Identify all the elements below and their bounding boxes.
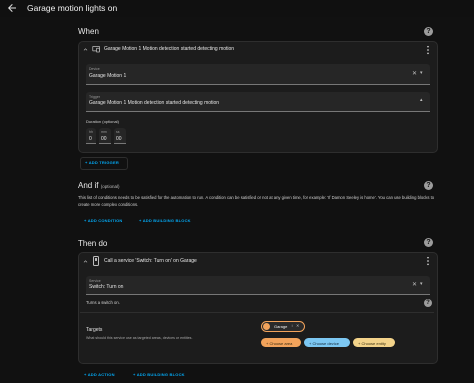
andif-description: This list of conditions needs to be sati… [78, 195, 435, 207]
minutes-label: mm [101, 130, 107, 134]
service-help-icon[interactable]: ? [424, 299, 432, 307]
service-clear-icon[interactable]: ✕ [412, 281, 417, 288]
choose-entity-label: + Choose entity [358, 341, 386, 346]
back-arrow-icon[interactable] [6, 2, 18, 14]
service-description: Turns a switch on. [86, 300, 120, 305]
clear-icon[interactable]: ✕ [412, 70, 417, 77]
device-field[interactable] [86, 64, 430, 85]
trigger-dropdown-icon[interactable]: ▴ [420, 97, 423, 103]
device-field-label: Device [89, 67, 100, 71]
target-chip-label: Garage [274, 324, 288, 329]
action-menu-icon[interactable] [426, 256, 430, 266]
duration-label: Duration (optional) [86, 119, 119, 124]
trigger-title[interactable]: Garage Motion 1 Motion detection started… [104, 46, 234, 52]
when-heading: When [78, 27, 99, 36]
add-action-building-block-button[interactable]: + ADD BUILDING BLOCK [133, 372, 185, 377]
action-card [78, 252, 438, 364]
thendo-help-icon[interactable]: ? [424, 238, 433, 247]
trigger-select-value: Garage Motion 1 Motion detection started… [89, 100, 220, 106]
dropdown-arrow-icon[interactable]: ▾ [420, 70, 423, 76]
area-icon [263, 323, 270, 330]
when-help-icon[interactable]: ? [424, 27, 433, 36]
targets-label: Targets [86, 327, 103, 333]
service-dropdown-icon[interactable]: ▾ [420, 281, 423, 287]
action-collapse-chevron-icon[interactable] [82, 258, 89, 265]
device-trigger-icon [92, 46, 100, 53]
thendo-heading: Then do [78, 239, 108, 248]
choose-area-label: + Choose area [266, 341, 293, 346]
page-title: Garage motion lights on [27, 3, 118, 13]
service-field-value: Switch: Turn on [89, 284, 124, 290]
hours-value: 0 [89, 136, 92, 142]
action-title[interactable]: Call a service 'Switch: Turn on' on Gara… [104, 258, 197, 264]
device-field-value: Garage Motion 1 [89, 73, 127, 79]
seconds-label: ss [116, 130, 120, 134]
add-trigger-label: + ADD TRIGGER [85, 160, 119, 165]
chip-expand-icon[interactable]: ↕ [291, 323, 293, 328]
add-condition-button[interactable]: + ADD CONDITION [84, 218, 123, 223]
seconds-value: 00 [116, 136, 122, 142]
andif-heading-text: And if [78, 181, 99, 190]
hours-label: hh [89, 130, 93, 134]
collapse-chevron-icon[interactable] [82, 46, 89, 53]
minutes-value: 00 [101, 136, 107, 142]
targets-description: What should this service use as targeted… [86, 336, 193, 340]
andif-optional: (optional) [100, 184, 120, 189]
switch-icon [93, 256, 99, 266]
trigger-menu-icon[interactable] [426, 45, 430, 55]
service-field[interactable] [86, 276, 430, 295]
andif-help-icon[interactable]: ? [424, 181, 433, 190]
add-condition-building-block-button[interactable]: + ADD BUILDING BLOCK [139, 218, 191, 223]
andif-heading: And if (optional) [78, 181, 119, 190]
trigger-select-label: Trigger [89, 95, 100, 99]
add-action-button[interactable]: + ADD ACTION [84, 372, 115, 377]
service-field-label: Service [89, 279, 101, 283]
choose-device-label: + Choose device [309, 341, 339, 346]
chip-remove-icon[interactable]: ✕ [296, 323, 299, 328]
divider [80, 312, 434, 313]
